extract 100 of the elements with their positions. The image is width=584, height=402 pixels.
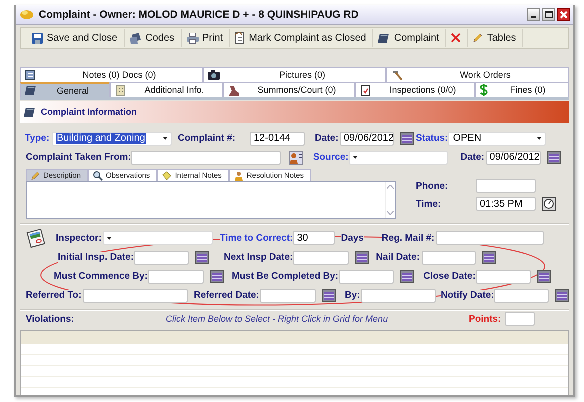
notebook-icon — [25, 70, 37, 80]
clock-button[interactable] — [542, 197, 556, 211]
gavel-icon — [228, 84, 240, 96]
person-icon — [234, 170, 244, 180]
scroll-down-icon[interactable] — [387, 211, 394, 215]
close-button[interactable] — [557, 8, 570, 21]
toolbar-button[interactable]: Tables — [468, 29, 524, 47]
input-field[interactable] — [476, 179, 536, 193]
calendar-button[interactable] — [555, 289, 570, 302]
field-label: Date: — [460, 152, 486, 163]
clipboard-icon — [360, 84, 372, 96]
unit-label: Days — [341, 232, 364, 244]
calendar-button[interactable] — [210, 270, 224, 283]
dropdown-field[interactable]: Building and Zoning — [52, 132, 172, 146]
dropdown-field[interactable]: OPEN — [448, 132, 546, 146]
input-field[interactable] — [338, 270, 394, 284]
book-icon — [378, 32, 390, 44]
violations-label: Violations: — [26, 314, 76, 324]
minimize-button[interactable] — [527, 8, 540, 21]
dollar-sign-icon — [480, 84, 488, 96]
toolbar-button[interactable]: Mark Complaint as Closed — [230, 29, 374, 47]
input-field[interactable]: 09/06/2012 — [486, 150, 541, 164]
dropdown-field[interactable] — [103, 231, 213, 245]
camera-icon — [208, 70, 220, 80]
caret-icon — [537, 137, 542, 140]
field-label: Must Commence By: — [54, 271, 148, 282]
toolbar-button[interactable]: Save and Close — [27, 29, 125, 47]
maximize-button[interactable] — [542, 8, 555, 21]
window-title: Complaint - Owner: MOLOD MAURICE D + - 8 QUINSHIPAUG RD — [39, 8, 360, 20]
tab[interactable]: Work Orders — [386, 67, 569, 82]
field-label: Status: — [416, 133, 448, 144]
violations-grid[interactable] — [20, 330, 569, 395]
caret-icon — [163, 137, 168, 140]
section-title: Complaint Information — [41, 107, 137, 117]
tab[interactable]: General — [20, 82, 110, 97]
tab[interactable]: Additional Info. — [110, 82, 223, 97]
building-icon — [115, 84, 127, 96]
caret-icon — [352, 156, 358, 159]
input-field[interactable]: 01:35 PM — [476, 197, 536, 211]
tab[interactable]: Summons/Court (0) — [223, 82, 355, 97]
calendar-button[interactable] — [195, 251, 210, 264]
field-label: Referred To: — [26, 290, 83, 301]
scrollbar[interactable] — [385, 182, 395, 218]
tab[interactable]: Fines (0) — [475, 82, 569, 97]
field-label: Complaint Taken From: — [26, 152, 132, 163]
input-field[interactable] — [505, 312, 535, 326]
book-icon — [25, 85, 37, 96]
input-field[interactable] — [436, 231, 544, 245]
field-label: Type: — [25, 133, 52, 144]
calendar-button[interactable] — [536, 270, 551, 283]
toolbar-button[interactable]: Print — [182, 29, 230, 47]
maximize-icon — [544, 11, 552, 18]
calendar-button[interactable] — [400, 270, 414, 283]
scroll-up-icon[interactable] — [387, 185, 394, 189]
input-field[interactable] — [134, 250, 190, 264]
field-label: Source: — [313, 152, 349, 163]
input-field[interactable] — [422, 250, 476, 264]
dropdown-field[interactable] — [348, 150, 448, 164]
input-field[interactable] — [148, 270, 204, 284]
toolbar-button[interactable]: Codes — [124, 29, 182, 47]
books-icon — [130, 32, 142, 44]
caret-icon — [107, 236, 112, 240]
book-icon — [24, 106, 36, 118]
field-label: Notify Date: — [441, 290, 494, 301]
calendar-button[interactable] — [482, 251, 496, 264]
calendar-button[interactable] — [400, 132, 414, 145]
input-field[interactable] — [131, 150, 282, 164]
field-label: Initial Insp. Date: — [58, 252, 134, 263]
field-label: Time to Correct: — [220, 232, 294, 244]
field-label: Inspector: — [56, 232, 103, 244]
input-field[interactable]: 09/06/2012 — [340, 132, 394, 146]
input-field[interactable] — [494, 288, 550, 302]
input-field[interactable] — [476, 270, 531, 284]
printer-icon — [186, 32, 199, 44]
tab[interactable]: Pictures (0) — [203, 67, 386, 82]
input-field[interactable]: 12-0144 — [250, 132, 305, 146]
input-field[interactable] — [361, 288, 436, 302]
document-icon — [235, 32, 246, 44]
field-label: Next Insp Date: — [224, 252, 294, 263]
tab[interactable]: Notes (0) Docs (0) — [20, 67, 203, 82]
close-icon — [560, 10, 568, 18]
field-label: Referred Date: — [194, 290, 260, 301]
toolbar-button[interactable]: Complaint — [373, 29, 446, 47]
field-label: By: — [345, 290, 361, 301]
calendar-button[interactable] — [546, 151, 561, 164]
hint-text: Click Item Below to Select - Right Click in Grid for Menu — [166, 314, 390, 324]
input-field[interactable] — [83, 288, 188, 302]
calendar-button[interactable] — [322, 289, 336, 302]
field-label: Reg. Mail #: — [382, 232, 436, 244]
calendar-button[interactable] — [355, 251, 370, 264]
field-label: Date: — [315, 133, 340, 144]
text-area[interactable] — [26, 181, 396, 219]
input-field[interactable] — [260, 288, 316, 302]
input-field[interactable]: 30 — [293, 231, 336, 245]
input-field[interactable] — [293, 250, 350, 264]
points-label: Points: — [469, 314, 502, 324]
tab[interactable]: Inspections (0/0) — [355, 82, 475, 97]
contact-card-button[interactable] — [289, 150, 304, 164]
hammer-icon — [391, 70, 403, 80]
pencil-icon — [473, 33, 484, 43]
